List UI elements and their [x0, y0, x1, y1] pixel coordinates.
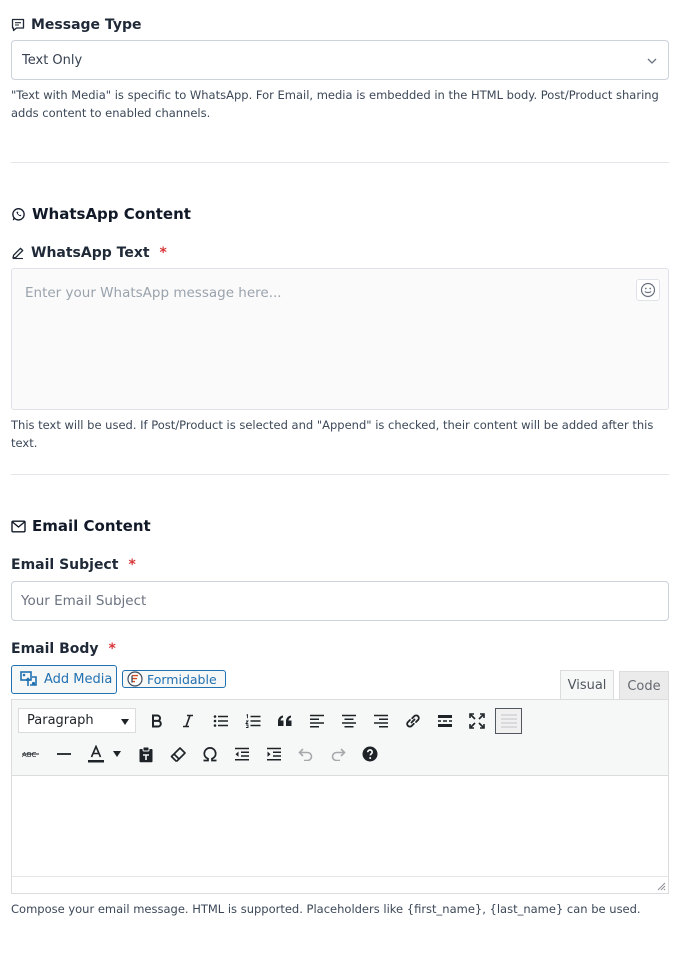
fullscreen-button[interactable]	[465, 709, 489, 733]
numbered-list-icon	[245, 714, 261, 728]
strikethrough-icon: ABC	[22, 751, 39, 759]
editor-toolbar: Paragraph ABC	[11, 699, 669, 776]
indent-icon	[267, 747, 281, 761]
kitchen-sink-icon	[500, 714, 517, 728]
add-media-label: Add Media	[44, 672, 113, 687]
fullscreen-icon	[469, 713, 485, 729]
paste-text-button[interactable]	[134, 742, 158, 766]
blockquote-button[interactable]	[273, 709, 297, 733]
media-icon	[20, 671, 37, 686]
required-mark: *	[159, 245, 167, 261]
strikethrough-button[interactable]: ABC	[19, 742, 43, 766]
email-section-text: Email Content	[32, 517, 151, 535]
caret-down-icon	[113, 751, 121, 757]
indent-button[interactable]	[262, 742, 286, 766]
divider	[11, 474, 669, 475]
email-body-label-text: Email Body	[11, 641, 99, 657]
formidable-label: Formidable	[147, 671, 217, 687]
envelope-icon	[11, 520, 26, 533]
italic-button[interactable]	[176, 709, 200, 733]
link-icon	[406, 714, 420, 728]
undo-icon	[298, 748, 313, 761]
align-left-button[interactable]	[305, 709, 329, 733]
formidable-icon	[127, 671, 143, 687]
read-more-icon	[438, 715, 452, 727]
caret-down-icon	[121, 719, 129, 725]
add-media-button[interactable]: Add Media	[11, 665, 117, 694]
help-button[interactable]	[358, 742, 382, 766]
whatsapp-placeholder: Enter your WhatsApp message here...	[25, 285, 282, 301]
text-color-dropdown[interactable]	[110, 742, 124, 766]
pencil-icon	[12, 247, 24, 260]
numbered-list-button[interactable]	[241, 709, 265, 733]
required-mark: *	[108, 641, 116, 657]
email-section-title: Email Content	[11, 517, 151, 535]
email-subject-label-text: Email Subject	[11, 557, 119, 573]
message-type-value: Text Only	[22, 52, 83, 68]
emoji-button[interactable]	[636, 279, 660, 301]
clear-formatting-button[interactable]	[166, 742, 190, 766]
tab-visual[interactable]: Visual	[560, 670, 614, 699]
whatsapp-text-label-text: WhatsApp Text	[31, 245, 150, 261]
email-body-editor[interactable]	[11, 776, 669, 894]
formidable-button[interactable]: Formidable	[122, 670, 226, 688]
required-mark: *	[128, 557, 136, 573]
bullet-list-icon	[213, 715, 228, 727]
whatsapp-section-text: WhatsApp Content	[32, 205, 191, 223]
email-subject-label: Email Subject *	[11, 557, 136, 573]
whatsapp-text-label: WhatsApp Text *	[11, 245, 167, 261]
email-subject-input[interactable]: Your Email Subject	[11, 581, 669, 621]
whatsapp-icon	[12, 207, 25, 221]
quote-icon	[278, 715, 292, 726]
link-button[interactable]	[401, 709, 425, 733]
chevron-down-icon	[647, 58, 657, 64]
omega-icon	[203, 747, 217, 762]
outdent-icon	[235, 747, 249, 761]
special-character-button[interactable]	[198, 742, 222, 766]
help-icon	[362, 746, 378, 762]
outdent-button[interactable]	[230, 742, 254, 766]
horizontal-line-button[interactable]	[52, 742, 76, 766]
svg-text:ABC: ABC	[22, 751, 36, 759]
eraser-icon	[170, 747, 186, 762]
message-type-help: "Text with Media" is specific to WhatsAp…	[11, 88, 659, 120]
format-select[interactable]: Paragraph	[18, 708, 136, 733]
bullet-list-button[interactable]	[209, 709, 233, 733]
bold-icon	[152, 714, 162, 728]
message-type-text: Message Type	[31, 17, 142, 33]
align-right-button[interactable]	[369, 709, 393, 733]
tab-code[interactable]: Code	[619, 671, 669, 700]
italic-icon	[183, 714, 193, 728]
email-body-label: Email Body *	[11, 641, 116, 657]
email-subject-placeholder: Your Email Subject	[21, 593, 147, 609]
align-center-icon	[342, 714, 356, 728]
align-left-icon	[310, 714, 324, 728]
undo-button[interactable]	[294, 742, 318, 766]
whatsapp-help: This text will be used. If Post/Product …	[11, 418, 654, 450]
message-type-select[interactable]: Text Only	[11, 40, 669, 80]
resize-handle-icon[interactable]	[656, 881, 666, 891]
redo-button[interactable]	[326, 742, 350, 766]
whatsapp-section-title: WhatsApp Content	[11, 205, 191, 223]
horizontal-line-icon	[57, 753, 71, 755]
align-center-button[interactable]	[337, 709, 361, 733]
editor-statusbar	[12, 876, 668, 893]
align-right-icon	[374, 714, 388, 728]
divider	[11, 162, 669, 163]
message-type-label: Message Type	[11, 17, 141, 33]
emoji-icon	[640, 282, 656, 298]
text-color-icon	[88, 745, 104, 763]
clipboard-icon	[139, 746, 153, 762]
email-body-help: Compose your email message. HTML is supp…	[11, 902, 641, 916]
toolbar-toggle-button[interactable]	[495, 708, 522, 734]
redo-icon	[331, 748, 346, 761]
format-select-value: Paragraph	[27, 713, 94, 728]
bold-button[interactable]	[145, 709, 169, 733]
whatsapp-text-input[interactable]: Enter your WhatsApp message here...	[11, 268, 669, 410]
text-color-button[interactable]	[84, 742, 108, 766]
read-more-button[interactable]	[433, 709, 457, 733]
message-icon	[11, 18, 25, 32]
